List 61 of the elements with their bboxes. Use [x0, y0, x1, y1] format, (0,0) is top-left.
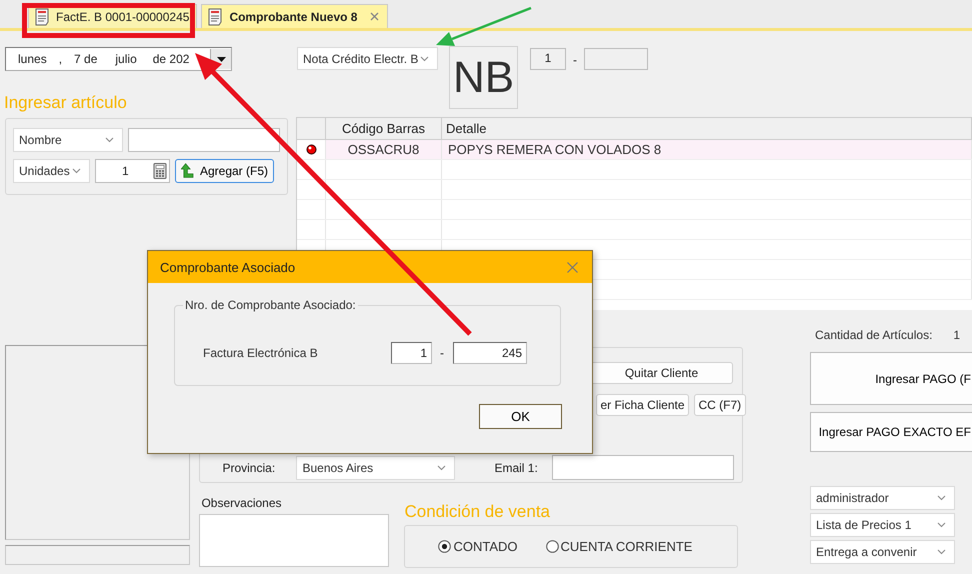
chevron-icon	[937, 549, 946, 555]
section-title: Condición de venta	[404, 502, 552, 522]
exact-payment-button[interactable]: Ingresar PAGO EXACTO EF	[810, 412, 972, 452]
document-icon	[206, 8, 224, 26]
radio-icon[interactable]	[546, 540, 559, 553]
column-header[interactable]: Código Barras	[326, 118, 442, 139]
dropdown-icon[interactable]	[216, 56, 226, 62]
count-value: 1	[953, 328, 960, 342]
chevron-icon	[937, 495, 946, 501]
add-button[interactable]: Agregar (F5)	[175, 159, 274, 183]
point-field[interactable]: 1	[530, 48, 566, 70]
account-button[interactable]: CC (F7)	[694, 394, 746, 416]
letter-display: NB	[449, 46, 518, 109]
separator-text: -	[573, 53, 577, 69]
unit-select[interactable]: Unidades	[13, 159, 90, 183]
radio-icon[interactable]	[438, 540, 452, 553]
document-type-select[interactable]: Nota Crédito Electr. B	[297, 47, 438, 70]
chevron-icon	[72, 168, 81, 174]
arrow-icon	[181, 163, 194, 179]
document-icon	[33, 8, 51, 26]
option-select[interactable]: Entrega a convenir	[810, 540, 955, 564]
number-field[interactable]	[584, 48, 648, 70]
notes-field[interactable]	[199, 514, 390, 567]
close-icon[interactable]	[370, 12, 380, 21]
search-by-select[interactable]: Nombre	[13, 128, 123, 152]
calculator-icon[interactable]	[153, 163, 167, 179]
table-cell: OSSACRU8	[326, 140, 442, 159]
chevron-icon	[105, 137, 114, 143]
radio-option[interactable]: CUENTA CORRIENTE	[546, 539, 692, 554]
chevron-icon	[420, 56, 429, 62]
point-field[interactable]: 1	[391, 342, 432, 364]
group-label: Nro. de Comprobante Asociado:	[183, 298, 358, 312]
radio-option[interactable]: CONTADO	[438, 539, 518, 554]
field-label: Provincia:	[222, 460, 276, 474]
table-cell: POPYS REMERA CON VOLADOS 8	[442, 140, 972, 159]
email-field[interactable]	[552, 455, 734, 480]
date-picker[interactable]: lunes , 7 de julio de 202	[5, 47, 232, 71]
column-header[interactable]: Detalle	[442, 118, 972, 139]
separator-text: -	[440, 346, 444, 360]
chevron-icon	[437, 464, 446, 470]
field-label: Observaciones	[201, 496, 283, 510]
count-label: Cantidad de Artículos:	[815, 328, 932, 342]
section-title: Ingresar artículo	[4, 93, 128, 113]
view-client-button[interactable]: er Ficha Cliente	[596, 394, 689, 416]
chevron-icon	[937, 522, 946, 528]
province-select[interactable]: Buenos Aires	[296, 456, 456, 480]
ok-button[interactable]: OK	[479, 404, 562, 429]
number-field[interactable]: 245	[453, 342, 527, 364]
quantity-field[interactable]: 1	[95, 159, 170, 183]
field-label: Email 1:	[494, 460, 539, 474]
payment-button[interactable]: Ingresar PAGO (F	[810, 352, 972, 405]
search-field[interactable]	[128, 128, 280, 152]
row-indicator-icon	[306, 144, 316, 155]
field-label: Factura Electrónica B	[203, 346, 319, 360]
tab[interactable]: Comprobante Nuevo 8	[201, 4, 388, 28]
option-select[interactable]: administrador	[810, 486, 955, 510]
option-select[interactable]: Lista de Precios 1	[810, 513, 955, 537]
close-icon[interactable]	[567, 262, 578, 272]
dialog-title: Comprobante Asociado	[160, 260, 296, 274]
table-row[interactable]: OSSACRU8 POPYS REMERA CON VOLADOS 8	[297, 140, 972, 160]
remove-client-button[interactable]: Quitar Cliente	[590, 362, 733, 384]
